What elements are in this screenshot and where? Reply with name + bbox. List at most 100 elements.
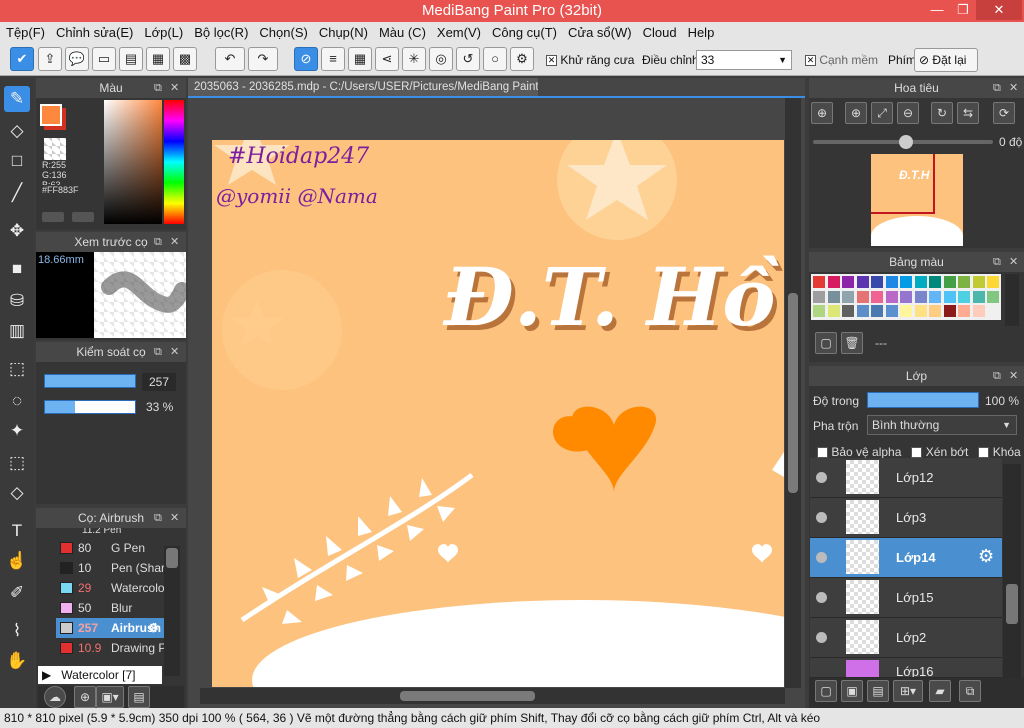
protect-alpha-checkbox[interactable] xyxy=(817,447,828,459)
panel-layout-icon[interactable]: ▦ xyxy=(146,47,170,71)
palette-swatch[interactable] xyxy=(827,276,840,288)
rotation-slider[interactable] xyxy=(813,135,993,149)
add-color-icon[interactable]: ▢ xyxy=(815,332,837,354)
comment-icon[interactable]: 💬 xyxy=(65,47,89,71)
layer-row-selected[interactable]: Lớp14 ⚙ xyxy=(810,538,1002,578)
minimize-button[interactable]: — xyxy=(924,0,950,20)
horizontal-scrollbar[interactable] xyxy=(200,688,785,704)
select-rect-icon[interactable]: ⬚ xyxy=(4,356,30,382)
lasso-icon[interactable]: ◌ xyxy=(4,388,30,414)
eraser-tool-icon[interactable]: ◇ xyxy=(4,118,30,144)
eyedropper-icon[interactable]: ⌇ xyxy=(4,618,30,644)
delete-color-icon[interactable]: 🗑 xyxy=(841,332,863,354)
palette-swatch[interactable] xyxy=(929,305,941,317)
new-halftone-layer-icon[interactable]: ▣ xyxy=(841,680,863,702)
cross-snap-icon[interactable]: ▦ xyxy=(348,47,372,71)
scroll-thumb[interactable] xyxy=(788,293,798,493)
close-icon[interactable]: ✕ xyxy=(170,78,179,98)
cloud-download-icon[interactable]: ☁ xyxy=(44,686,66,708)
snap-settings-icon[interactable]: ⚙ xyxy=(510,47,534,71)
brush-tool-icon[interactable]: ✎ xyxy=(4,86,30,112)
layer-opacity-slider[interactable] xyxy=(867,392,979,408)
undock-icon[interactable]: ⧉ xyxy=(154,342,162,362)
foreground-color-swatch[interactable] xyxy=(40,104,62,126)
palette-scrollbar[interactable] xyxy=(1005,274,1019,326)
palette-swatch[interactable] xyxy=(856,290,869,303)
palette-swatch[interactable] xyxy=(813,305,825,317)
page-icon[interactable]: ▤ xyxy=(119,47,143,71)
check-icon[interactable]: ✔ xyxy=(10,47,34,71)
brush-row-selected[interactable]: 257 Airbrush ⚙ xyxy=(56,618,164,638)
folder-icon[interactable]: ▰ xyxy=(929,680,951,702)
text-tool-icon[interactable]: T xyxy=(4,518,30,544)
palette-swatch[interactable] xyxy=(929,290,941,303)
eye-icon[interactable] xyxy=(816,632,827,643)
layer-row[interactable]: Lớp3 xyxy=(810,498,1002,538)
radial-snap-icon[interactable]: ✳ xyxy=(402,47,426,71)
palette-swatch[interactable] xyxy=(813,276,825,288)
curve-snap-icon[interactable]: ↺ xyxy=(456,47,480,71)
vertical-scrollbar[interactable] xyxy=(785,98,801,688)
eye-icon[interactable] xyxy=(816,552,827,563)
close-icon[interactable]: ✕ xyxy=(170,508,179,528)
document-tab[interactable]: 2035063 - 2036285.mdp - C:/Users/USER/Pi… xyxy=(188,78,538,96)
palette-swatch[interactable] xyxy=(856,305,869,317)
no-snap-icon[interactable]: ⊘ xyxy=(294,47,318,71)
blend-mode-dropdown[interactable]: Bình thường ▼ xyxy=(867,415,1017,435)
palette-swatch[interactable] xyxy=(972,276,985,288)
maximize-button[interactable]: ❐ xyxy=(950,0,976,20)
menu-layer[interactable]: Lớp(L) xyxy=(138,22,188,41)
menu-tools[interactable]: Công cụ(T) xyxy=(486,22,562,41)
gradient-tool-icon[interactable]: ▥ xyxy=(4,318,30,344)
color-settings-button[interactable] xyxy=(72,212,94,222)
move-tool-icon[interactable]: ✥ xyxy=(4,218,30,244)
close-icon[interactable]: ✕ xyxy=(1009,78,1018,98)
palette-swatch[interactable] xyxy=(972,305,985,317)
concentric-snap-icon[interactable]: ◎ xyxy=(429,47,453,71)
brush-size-slider[interactable] xyxy=(44,374,136,388)
fill-shape-tool-icon[interactable]: ■ xyxy=(4,256,30,282)
rectangle-tool-icon[interactable]: □ xyxy=(4,148,30,174)
undock-icon[interactable]: ⧉ xyxy=(993,78,1001,98)
transparent-color-swatch[interactable] xyxy=(44,138,66,160)
menu-window[interactable]: Cửa sổ(W) xyxy=(562,22,637,41)
viewport-rect[interactable] xyxy=(871,154,935,214)
palette-swatch[interactable] xyxy=(871,290,883,303)
palette-swatch[interactable] xyxy=(987,276,999,288)
brush-row[interactable]: 80 G Pen xyxy=(56,538,164,558)
brush-row[interactable]: 29 Watercolor xyxy=(56,578,164,598)
adjust-dropdown[interactable]: 33 ▼ xyxy=(696,50,792,70)
undock-icon[interactable]: ⧉ xyxy=(154,78,162,98)
menu-cloud[interactable]: Cloud xyxy=(637,22,682,41)
close-icon[interactable]: ✕ xyxy=(1009,252,1018,272)
brush-row[interactable]: 50 Blur xyxy=(56,598,164,618)
redo-icon[interactable]: ↷ xyxy=(248,47,278,71)
palette-swatch[interactable] xyxy=(958,290,970,303)
parallel-snap-icon[interactable]: ≡ xyxy=(321,47,345,71)
menu-snap[interactable]: Chụp(N) xyxy=(313,22,373,41)
hue-slider[interactable] xyxy=(164,100,184,224)
eye-icon[interactable] xyxy=(816,592,827,603)
grid-layout-icon[interactable]: ▩ xyxy=(173,47,197,71)
layer-row[interactable]: Lớp16 xyxy=(810,658,1002,678)
undock-icon[interactable]: ⧉ xyxy=(993,252,1001,272)
add-layer-menu-icon[interactable]: ⊞▾ xyxy=(893,680,923,702)
line-tool-icon[interactable]: ╱ xyxy=(4,180,30,206)
menu-help[interactable]: Help xyxy=(682,22,720,41)
brush-group-row[interactable]: ▶ Watercolor [7] xyxy=(38,666,162,684)
zoom-in-2-icon[interactable]: ⊕ xyxy=(845,102,867,124)
palette-swatch[interactable] xyxy=(871,305,883,317)
palette-swatch[interactable] xyxy=(871,276,883,288)
palette-swatch[interactable] xyxy=(842,290,854,303)
saturation-value-picker[interactable] xyxy=(104,100,162,224)
add-brush-icon[interactable]: ⊕ xyxy=(74,686,96,708)
palette-swatch[interactable] xyxy=(914,276,927,288)
duplicate-layer-icon[interactable]: ⧉ xyxy=(959,680,981,702)
palette-swatch[interactable] xyxy=(943,290,956,303)
close-icon[interactable]: ✕ xyxy=(170,232,179,252)
scroll-thumb[interactable] xyxy=(400,691,535,701)
undo-icon[interactable]: ↶ xyxy=(215,47,245,71)
palette-swatch[interactable] xyxy=(958,305,970,317)
reset-view-icon[interactable]: ⟳ xyxy=(993,102,1015,124)
divide-tool-icon[interactable]: ✐ xyxy=(4,580,30,606)
